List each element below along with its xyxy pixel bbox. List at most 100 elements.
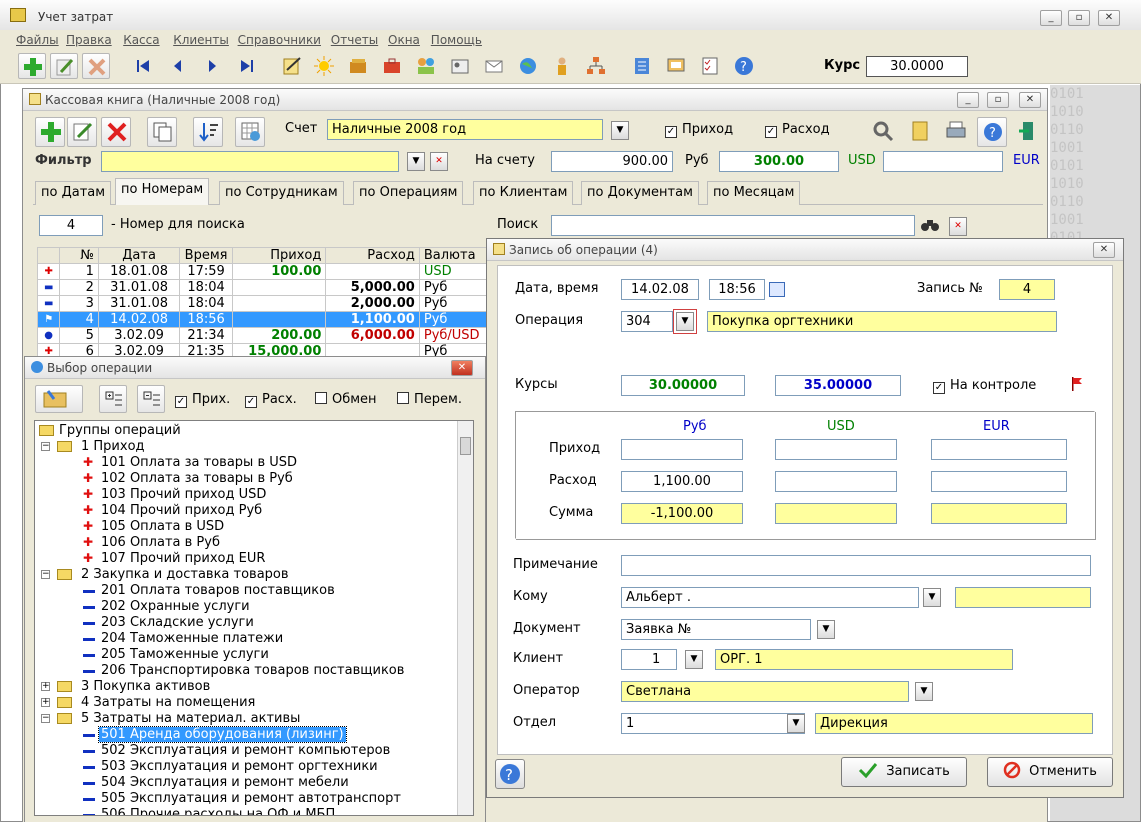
help-icon[interactable]: ? (730, 53, 758, 79)
people-icon[interactable] (412, 53, 440, 79)
komu-dropdown-icon[interactable]: ▼ (923, 588, 941, 607)
next-record-icon[interactable] (198, 53, 226, 79)
cb-grid-refresh-icon[interactable] (235, 117, 265, 147)
record-close[interactable]: ✕ (1093, 242, 1115, 258)
delete-icon[interactable] (82, 53, 110, 79)
tab-po-operaciyam[interactable]: по Операциям (353, 181, 464, 205)
cashbook-icon[interactable] (278, 53, 306, 79)
save-button[interactable]: Записать (841, 757, 967, 787)
schet-field[interactable]: Наличные 2008 год (327, 119, 603, 140)
menu-item[interactable]: Правка (66, 33, 112, 47)
binoculars-icon[interactable] (921, 218, 939, 236)
menu-item[interactable]: Клиенты (173, 33, 229, 47)
menu-item[interactable]: Справочники (238, 33, 321, 47)
prihod-rub-field[interactable] (621, 439, 743, 460)
report-icon[interactable] (628, 53, 656, 79)
opsel-collapse-icon[interactable] (137, 385, 165, 413)
cashbook-close[interactable]: ✕ (1019, 92, 1041, 108)
opsel-obmen-checkbox[interactable]: Обмен (315, 392, 377, 407)
opsel-select-icon[interactable] (35, 385, 83, 413)
cb-scroll-icon[interactable] (905, 117, 935, 147)
tab-po-mesyacam[interactable]: по Месяцам (707, 181, 801, 205)
client-dropdown-icon[interactable]: ▼ (685, 650, 703, 669)
tree-scrollbar[interactable] (457, 421, 473, 815)
cb-delete-icon[interactable] (101, 117, 131, 147)
date-field[interactable]: 14.02.08 (621, 279, 699, 300)
prev-record-icon[interactable] (164, 53, 192, 79)
cb-copy-icon[interactable] (147, 117, 177, 147)
filter-dropdown-icon[interactable]: ▼ (407, 152, 425, 171)
checklist-icon[interactable] (696, 53, 724, 79)
time-field[interactable]: 18:56 (709, 279, 765, 300)
record-help-icon[interactable]: ? (495, 759, 525, 789)
tab-po-sotrudnikam[interactable]: по Сотрудникам (219, 181, 344, 205)
cashbook-maximize[interactable]: ▫ (987, 92, 1009, 108)
search-clear-icon[interactable]: ✕ (949, 217, 967, 236)
cb-tools-icon[interactable] (868, 117, 898, 147)
col-prihod[interactable]: Приход (231, 247, 327, 264)
prihod-checkbox[interactable]: ✓ Приход (665, 122, 733, 138)
opsel-close[interactable]: ✕ (451, 360, 473, 376)
last-record-icon[interactable] (232, 53, 260, 79)
calendar-icon[interactable] (769, 282, 785, 297)
primechanie-field[interactable] (621, 555, 1091, 576)
edit-icon[interactable] (50, 53, 78, 79)
client-code-field[interactable]: 1 (621, 649, 677, 670)
schet-dropdown-icon[interactable]: ▼ (611, 121, 629, 140)
document-field[interactable]: Заявка № (621, 619, 811, 640)
globe-icon[interactable] (514, 53, 542, 79)
document-dropdown-icon[interactable]: ▼ (817, 620, 835, 639)
kurs-field[interactable]: 30.0000 (866, 56, 968, 77)
tab-po-datam[interactable]: по Датам (35, 181, 112, 205)
tab-po-klientam[interactable]: по Клиентам (473, 181, 574, 205)
cashbook-minimize[interactable]: _ (957, 92, 979, 108)
rashod-rub-field[interactable]: 1,100.00 (621, 471, 743, 492)
operation-dropdown-icon[interactable]: ▼ (673, 309, 697, 334)
cb-sort-icon[interactable] (193, 117, 223, 147)
col-num[interactable]: № (59, 247, 99, 264)
otdel-code-field[interactable]: 1 (621, 713, 805, 734)
collapse-icon[interactable]: − (41, 570, 50, 579)
operation-code-field[interactable]: 304 (621, 311, 673, 332)
menu-item[interactable]: Файлы (16, 33, 59, 47)
cb-exit-icon[interactable] (1013, 117, 1043, 147)
otdel-dropdown-icon[interactable]: ▼ (787, 714, 805, 733)
menu-item[interactable]: Окна (388, 33, 420, 47)
expand-icon[interactable]: + (41, 682, 50, 691)
person-icon[interactable] (548, 53, 576, 79)
table-row[interactable]: ⚑ 4 14.02.08 18:56 1,100.00 Руб (36, 311, 488, 328)
col-rashod[interactable]: Расход (325, 247, 420, 264)
close-button[interactable]: ✕ (1098, 10, 1120, 26)
tab-po-nomeram[interactable]: по Номерам (115, 178, 210, 205)
add-icon[interactable] (18, 53, 46, 79)
kurs2-field[interactable]: 35.00000 (775, 375, 901, 396)
books-icon[interactable] (344, 53, 372, 79)
komu-field[interactable]: Альберт . (621, 587, 919, 608)
operator-dropdown-icon[interactable]: ▼ (915, 682, 933, 701)
collapse-icon[interactable]: − (41, 714, 50, 723)
tree-scroll-thumb[interactable] (460, 437, 471, 455)
kurs1-field[interactable]: 30.00000 (621, 375, 745, 396)
table-row[interactable]: ▬ 3 31.01.08 18:04 2,000.00 Руб (36, 295, 488, 312)
na-kontrole-checkbox[interactable]: ✓ На контроле (933, 378, 1036, 394)
filter-field[interactable] (101, 151, 399, 172)
opsel-perem-checkbox[interactable]: Перем. (397, 392, 462, 407)
prihod-eur-field[interactable] (931, 439, 1067, 460)
table-row[interactable]: ✚ 1 18.01.08 17:59 100.00 USD (36, 263, 488, 280)
minimize-button[interactable]: _ (1040, 10, 1062, 26)
first-record-icon[interactable] (130, 53, 158, 79)
expand-icon[interactable]: + (41, 698, 50, 707)
menu-item[interactable]: Помощь (431, 33, 482, 47)
org-chart-icon[interactable] (582, 53, 610, 79)
table-row[interactable]: ● 5 3.02.09 21:34 200.00 6,000.00 Руб/USD (36, 327, 488, 344)
rashod-eur-field[interactable] (931, 471, 1067, 492)
filter-clear-icon[interactable]: ✕ (430, 152, 448, 171)
prihod-usd-field[interactable] (775, 439, 897, 460)
cb-print-icon[interactable] (941, 117, 971, 147)
col-time[interactable]: Время (179, 247, 233, 264)
cb-add-icon[interactable] (35, 117, 65, 147)
opsel-rash-checkbox[interactable]: ✓ Расх. (245, 392, 297, 408)
sun-icon[interactable] (310, 53, 338, 79)
cancel-button[interactable]: Отменить (987, 757, 1113, 787)
opsel-expand-icon[interactable] (99, 385, 127, 413)
